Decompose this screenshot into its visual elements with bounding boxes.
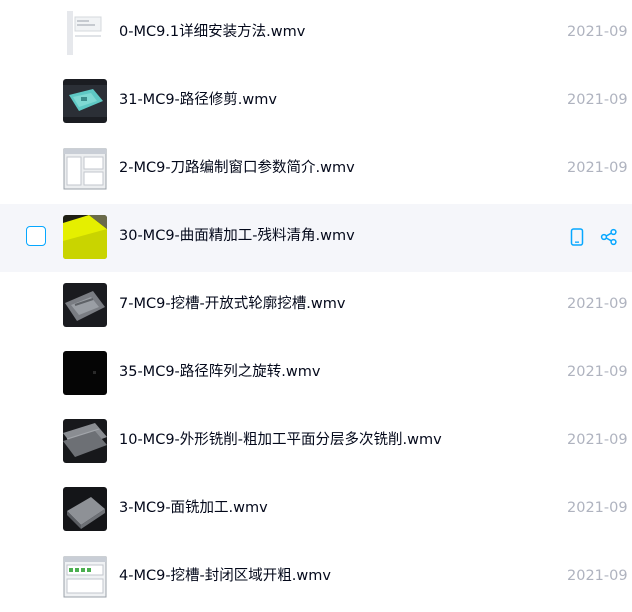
video-thumbnail[interactable] — [63, 79, 107, 123]
video-thumbnail[interactable] — [63, 11, 107, 55]
video-thumbnail[interactable] — [63, 487, 107, 531]
file-name[interactable]: 2-MC9-刀路编制窗口参数简介.wmv — [119, 157, 355, 179]
video-thumbnail[interactable] — [63, 351, 107, 395]
file-row[interactable]: 31-MC9-路径修剪.wmv 2021-09 — [0, 68, 632, 136]
file-name[interactable]: 35-MC9-路径阵列之旋转.wmv — [119, 361, 320, 383]
phone-icon[interactable] — [566, 226, 588, 248]
file-row[interactable]: 4-MC9-挖槽-封闭区域开粗.wmv 2021-09 — [0, 544, 632, 612]
file-list: 0-MC9.1详细安装方法.wmv 2021-09 31-MC9-路径修剪.wm… — [0, 0, 632, 612]
file-name[interactable]: 30-MC9-曲面精加工-残料清角.wmv — [119, 225, 355, 247]
file-name[interactable]: 7-MC9-挖槽-开放式轮廓挖槽.wmv — [119, 293, 345, 315]
file-row[interactable]: 35-MC9-路径阵列之旋转.wmv 2021-09 — [0, 340, 632, 408]
file-date: 2021-09 — [567, 92, 628, 108]
video-thumbnail[interactable] — [63, 215, 107, 259]
file-name[interactable]: 4-MC9-挖槽-封闭区域开粗.wmv — [119, 565, 331, 587]
file-name[interactable]: 0-MC9.1详细安装方法.wmv — [119, 21, 305, 43]
row-checkbox[interactable] — [26, 226, 46, 246]
file-row[interactable]: 7-MC9-挖槽-开放式轮廓挖槽.wmv 2021-09 — [0, 272, 632, 340]
file-name[interactable]: 3-MC9-面铣加工.wmv — [119, 497, 268, 519]
file-date: 2021-09 — [567, 568, 628, 584]
file-date: 2021-09 — [567, 364, 628, 380]
file-date: 2021-09 — [567, 296, 628, 312]
file-row-hovered[interactable]: 30-MC9-曲面精加工-残料清角.wmv — [0, 204, 632, 272]
file-date: 2021-09 — [567, 500, 628, 516]
file-name[interactable]: 10-MC9-外形铣削-粗加工平面分层多次铣削.wmv — [119, 429, 442, 451]
file-row[interactable]: 0-MC9.1详细安装方法.wmv 2021-09 — [0, 0, 632, 68]
file-row[interactable]: 2-MC9-刀路编制窗口参数简介.wmv 2021-09 — [0, 136, 632, 204]
file-date: 2021-09 — [567, 24, 628, 40]
video-thumbnail[interactable] — [63, 283, 107, 327]
share-icon[interactable] — [598, 226, 620, 248]
file-date: 2021-09 — [567, 160, 628, 176]
video-thumbnail[interactable] — [63, 555, 107, 599]
video-thumbnail[interactable] — [63, 419, 107, 463]
file-row[interactable]: 10-MC9-外形铣削-粗加工平面分层多次铣削.wmv 2021-09 — [0, 408, 632, 476]
file-row[interactable]: 3-MC9-面铣加工.wmv 2021-09 — [0, 476, 632, 544]
file-date: 2021-09 — [567, 432, 628, 448]
file-name[interactable]: 31-MC9-路径修剪.wmv — [119, 89, 277, 111]
video-thumbnail[interactable] — [63, 147, 107, 191]
